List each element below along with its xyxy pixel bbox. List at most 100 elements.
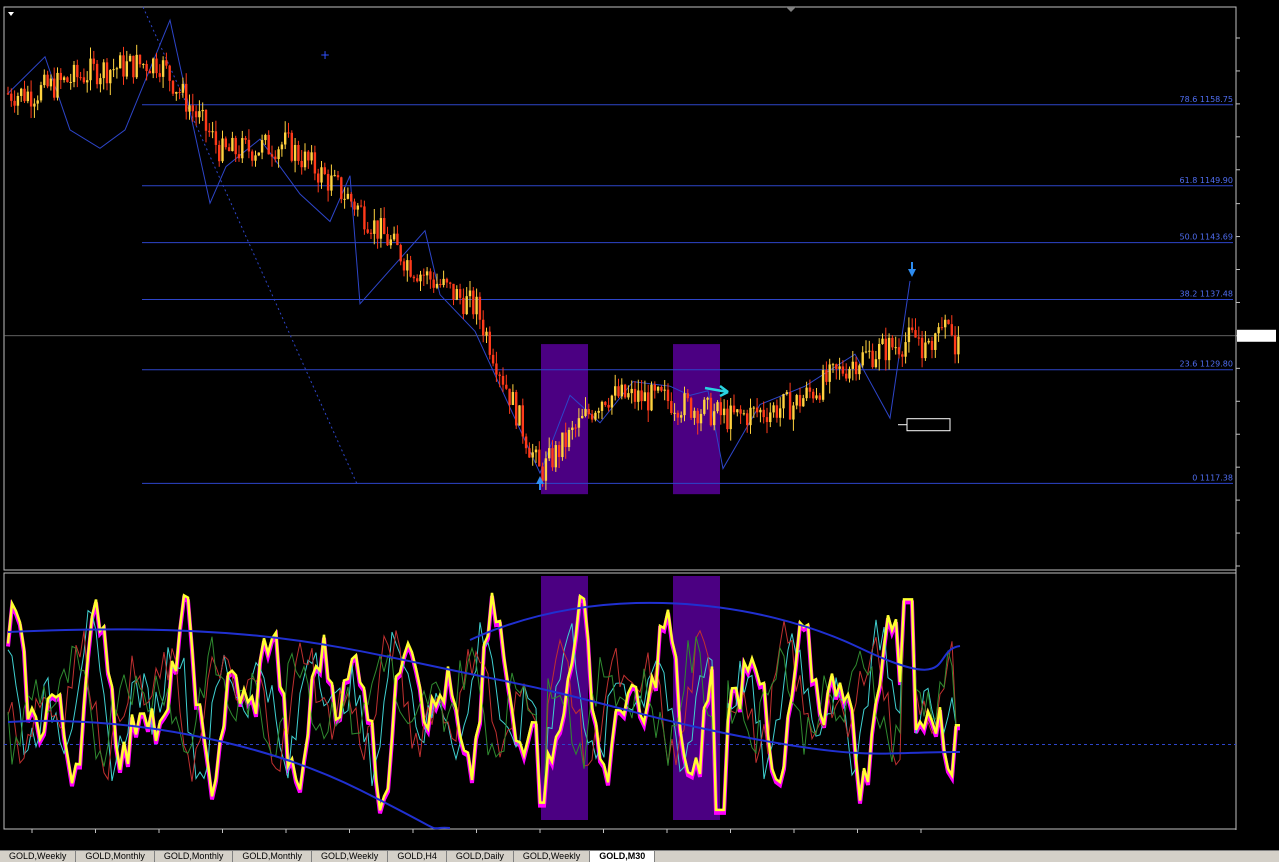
candle-body bbox=[683, 393, 686, 416]
candle-body bbox=[772, 405, 775, 413]
candle-body bbox=[950, 324, 953, 336]
chart-tab[interactable]: GOLD,Monthly bbox=[76, 851, 155, 862]
candle-body bbox=[168, 65, 171, 81]
candle-body bbox=[574, 427, 577, 429]
candle-body bbox=[518, 405, 521, 426]
candle-body bbox=[709, 397, 713, 426]
candle-body bbox=[534, 449, 538, 453]
candle-body bbox=[577, 418, 581, 428]
fib-price: 1158.75 bbox=[1200, 95, 1233, 104]
main-chart-frame bbox=[3, 6, 1237, 571]
candle-body bbox=[373, 220, 376, 234]
candle-body bbox=[901, 354, 904, 357]
candle-body bbox=[16, 95, 20, 106]
candle-body bbox=[419, 274, 422, 282]
candle-body bbox=[23, 88, 26, 102]
candle-body bbox=[389, 239, 392, 246]
candle-body bbox=[231, 137, 234, 152]
chart-tab[interactable]: GOLD,Monthly bbox=[233, 851, 312, 862]
candle-body bbox=[155, 58, 158, 74]
candle-body bbox=[524, 436, 528, 449]
candle-body bbox=[501, 375, 505, 385]
candle-body bbox=[92, 58, 95, 64]
candle-body bbox=[614, 386, 617, 396]
chart-tab[interactable]: GOLD,Weekly bbox=[0, 851, 77, 862]
candle-body bbox=[221, 138, 224, 162]
candle-body bbox=[284, 132, 287, 145]
candle-body bbox=[838, 366, 841, 369]
candle-body bbox=[511, 392, 515, 405]
candle-body bbox=[617, 386, 620, 397]
candle-body bbox=[402, 261, 406, 271]
candle-body bbox=[746, 413, 749, 426]
candle-body bbox=[188, 105, 191, 112]
candle-body bbox=[742, 413, 746, 415]
candle-body bbox=[293, 145, 297, 161]
candle-body bbox=[237, 154, 241, 159]
candle-body bbox=[442, 278, 445, 286]
candle-body bbox=[604, 401, 607, 405]
zigzag-line bbox=[7, 18, 911, 475]
chart-tab[interactable]: GOLD,Weekly bbox=[514, 851, 591, 862]
candle-body bbox=[386, 234, 389, 246]
chart-tab[interactable]: GOLD,Weekly bbox=[312, 851, 389, 862]
candle-body bbox=[696, 410, 699, 424]
candle-body bbox=[462, 297, 465, 315]
candle-body bbox=[650, 384, 653, 411]
fib-price: 1117.38 bbox=[1200, 473, 1233, 482]
chart-tab[interactable]: GOLD,H4 bbox=[388, 851, 447, 862]
candle-body bbox=[458, 289, 462, 298]
chart-tab[interactable]: GOLD,M30 bbox=[590, 851, 656, 862]
candle-body bbox=[257, 152, 260, 156]
candle-body bbox=[472, 290, 475, 315]
candle-body bbox=[56, 72, 59, 98]
candle-body bbox=[251, 151, 254, 161]
candle-body bbox=[719, 402, 722, 416]
candle-body bbox=[947, 319, 950, 325]
candle-body bbox=[346, 193, 350, 199]
candle-body bbox=[581, 415, 584, 419]
candle-body bbox=[911, 327, 914, 331]
candle-body bbox=[185, 83, 188, 112]
candle-body bbox=[627, 393, 630, 398]
candle-body bbox=[119, 55, 122, 69]
candle-body bbox=[412, 276, 416, 279]
candle-body bbox=[713, 411, 716, 426]
chart-tab[interactable]: GOLD,Daily bbox=[447, 851, 514, 862]
chart-canvas[interactable]: 78.6 1158.75 61.8 1149.90 50.0 1143.69 38.2… bbox=[0, 0, 1279, 850]
candle-body bbox=[46, 74, 49, 87]
candle-body bbox=[445, 278, 449, 283]
candle-body bbox=[736, 409, 739, 413]
candle-body bbox=[759, 409, 762, 413]
candle-body bbox=[475, 296, 478, 315]
candle-body bbox=[630, 388, 633, 394]
candle-body bbox=[432, 279, 435, 288]
candle-body bbox=[307, 151, 310, 161]
candle-body bbox=[343, 198, 346, 200]
candle-body bbox=[340, 177, 343, 200]
candle-body bbox=[53, 78, 56, 98]
candle-body bbox=[115, 68, 119, 70]
candle-body bbox=[274, 156, 277, 160]
fib-level-label: 0 1117.38 bbox=[1192, 473, 1233, 482]
candle-body bbox=[792, 405, 795, 420]
candle-body bbox=[392, 233, 396, 240]
candle-body bbox=[125, 61, 128, 77]
candle-body bbox=[409, 260, 412, 277]
candle-body bbox=[313, 152, 317, 174]
candle-body bbox=[818, 395, 821, 400]
candle-body bbox=[353, 201, 356, 210]
candle-body bbox=[452, 283, 455, 300]
candle-body bbox=[62, 77, 66, 80]
candle-body bbox=[148, 71, 152, 74]
candle-body bbox=[218, 144, 221, 162]
chart-window[interactable]: 78.6 1158.75 61.8 1149.90 50.0 1143.69 38.2… bbox=[0, 0, 1279, 850]
candle-body bbox=[69, 81, 72, 83]
candle-body bbox=[762, 409, 765, 418]
candle-body bbox=[227, 147, 231, 152]
candle-body bbox=[907, 327, 911, 343]
candle-body bbox=[425, 271, 429, 276]
candle-body bbox=[350, 193, 353, 202]
chart-tab[interactable]: GOLD,Monthly bbox=[155, 851, 234, 862]
candle-body bbox=[214, 131, 218, 145]
